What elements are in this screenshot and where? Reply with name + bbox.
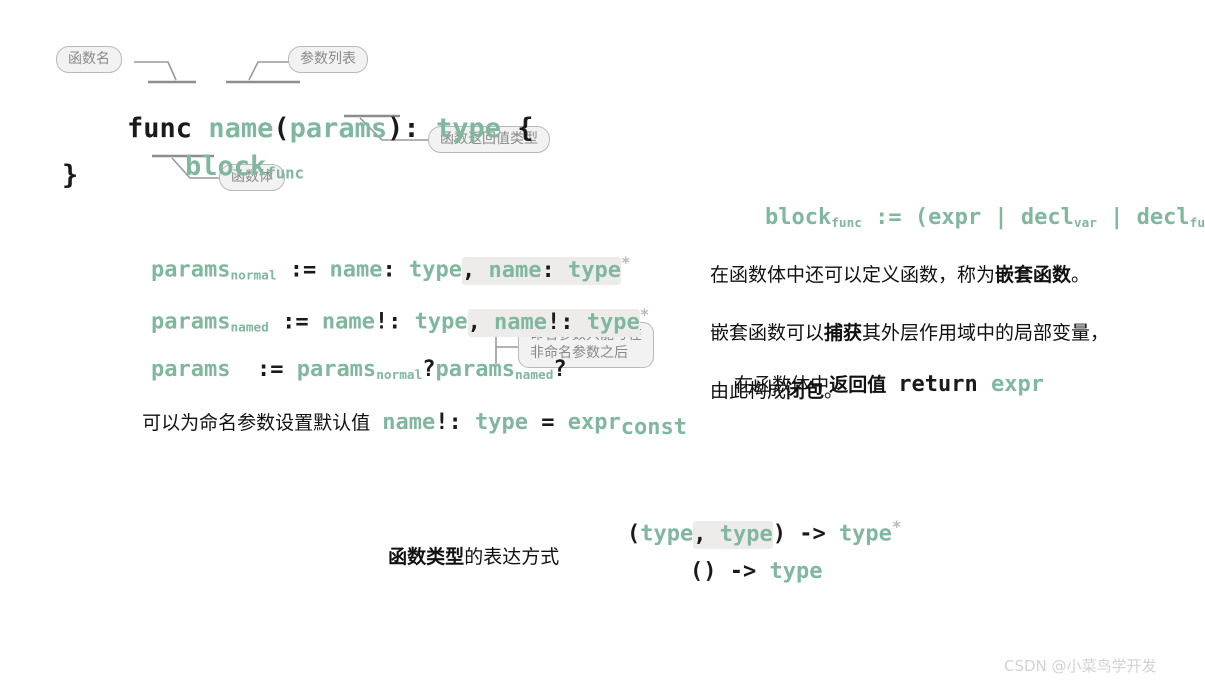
default-type: type (475, 410, 528, 435)
alt-bar-2: | (1096, 205, 1137, 230)
watermark: CSDN @小菜鸟学开发 (1004, 657, 1157, 675)
line1-part-c: 。 (1071, 264, 1091, 286)
default-value-row: 可以为命名参数设置默认值 name!: type = exprconst (118, 386, 687, 462)
param-b-bang: ! (547, 309, 561, 335)
brace-open: { (500, 113, 534, 144)
lhs: params (150, 257, 231, 283)
optional-marker-1: ? (422, 357, 436, 382)
alt-expr: expr (928, 205, 982, 230)
repeat-star: * (639, 305, 650, 324)
label-emphasis: 函数类型 (388, 546, 465, 568)
paragraph-line-1: 在函数体中还可以定义函数，称为嵌套函数。 (710, 261, 1109, 290)
rhs-b-subscript: named (514, 367, 554, 383)
connector-param-list (248, 61, 290, 81)
default-expr: expr (567, 410, 621, 435)
param-a-type: type (409, 257, 462, 283)
paren-close: ) (387, 113, 404, 144)
label-rest: 的表达方式 (464, 546, 560, 568)
empty-parens: () (689, 559, 717, 584)
alt-decl-func-subscript: func (1189, 215, 1205, 231)
identifier-type: type (435, 113, 501, 144)
lhs: block (764, 205, 832, 230)
paren-open: ( (914, 205, 929, 230)
param-a-bang: ! (374, 309, 389, 335)
comma: , (467, 309, 481, 335)
alt-bar-1: | (981, 205, 1021, 230)
connector-func-name (134, 61, 177, 81)
alt-decl-var: decl (1020, 205, 1074, 230)
identifier-params: params (289, 113, 388, 144)
param-b-type: type (567, 257, 621, 283)
assign-op: := (276, 257, 330, 283)
rhs-a-subscript: normal (376, 367, 423, 383)
return-spacer (886, 374, 898, 396)
function-type-label: 函数类型的表达方式 (364, 520, 559, 591)
param-a-name: name (321, 309, 375, 335)
param-a-name: name (329, 257, 383, 283)
rhs-a: params (296, 357, 377, 382)
comma: , (461, 257, 476, 283)
default-colon: : (448, 410, 475, 435)
repeat-star: * (620, 253, 631, 272)
emphasis-return-value: 返回值 (829, 374, 887, 396)
colon: : (403, 113, 436, 144)
optional-marker-2: ? (553, 357, 567, 382)
alt-decl-var-subscript: var (1073, 215, 1097, 231)
lhs: params (150, 309, 231, 335)
line2-part-a: 嵌套函数可以 (710, 322, 825, 344)
assign-op: := (861, 205, 915, 230)
param-b-name: name (475, 257, 542, 283)
param-b-name: name (480, 309, 548, 335)
return-prefix: 在函数体中 (734, 374, 830, 396)
paragraph-line-2: 嵌套函数可以捕获其外层作用域中的局部变量， (710, 319, 1109, 348)
callout-func-name: 函数名 (56, 46, 122, 74)
callout-param-list: 参数列表 (288, 46, 368, 74)
subscript-func: func (266, 163, 305, 183)
lhs-subscript: func (831, 215, 862, 231)
default-bang: ! (435, 410, 449, 435)
return-space (978, 372, 991, 397)
param-a-colon: : (388, 309, 415, 335)
diagram-canvas: 函数名 参数列表 函数返回值类型 函数体 命名参数只能写在 非命名参数之后 fu… (0, 0, 1205, 687)
param-b-colon: : (560, 309, 587, 335)
default-eq: = (527, 410, 568, 435)
function-type-signature-no-params: () -> type (637, 534, 822, 609)
param-a-colon: : (382, 257, 409, 283)
assign-op: := (268, 309, 322, 335)
assign-op: := (230, 357, 297, 382)
repeat-star: * (891, 517, 902, 536)
identifier-block: block (185, 151, 267, 182)
return-statement-line: 在函数体中返回值 return expr (710, 348, 1044, 419)
emphasis-nested-function: 嵌套函数 (995, 264, 1072, 286)
brace-close: } (62, 160, 79, 191)
return-type: type (838, 521, 892, 547)
return-expr: expr (991, 372, 1045, 397)
arrow: -> (716, 559, 770, 584)
code-block-line: blockfunc (120, 120, 304, 213)
lhs: params (150, 357, 231, 382)
rhs-b: params (435, 357, 515, 382)
default-name: name (382, 410, 436, 435)
default-value-text: 可以为命名参数设置默认值 (142, 412, 383, 434)
emphasis-capture: 捕获 (824, 322, 863, 344)
line1-part-a: 在函数体中还可以定义函数，称为 (710, 264, 996, 286)
param-b-colon: : (541, 257, 568, 283)
param-a-type: type (414, 309, 468, 335)
alt-decl-func: decl (1136, 205, 1190, 230)
default-expr-subscript: const (620, 414, 687, 440)
return-type: type (769, 559, 823, 584)
line2-part-c: 其外层作用域中的局部变量， (862, 322, 1110, 344)
keyword-return: return (898, 372, 978, 397)
param-b-type: type (586, 309, 640, 335)
